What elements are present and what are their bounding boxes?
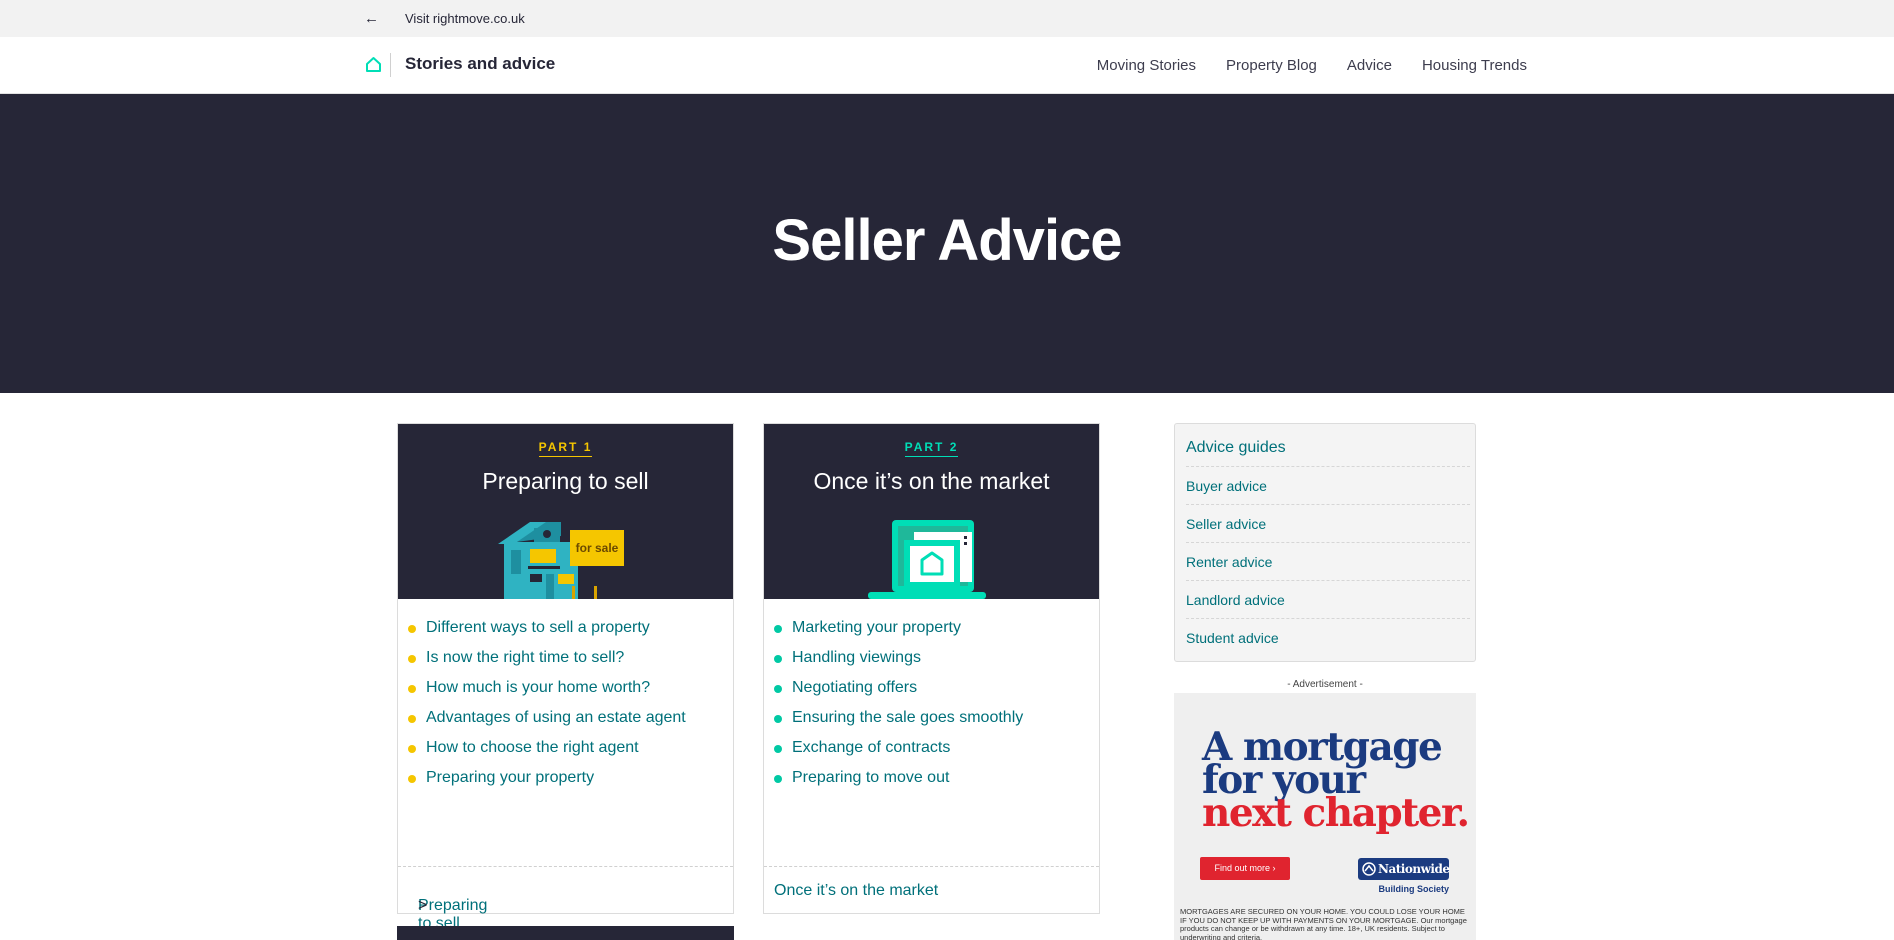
- list-item[interactable]: How much is your home worth?: [408, 678, 686, 708]
- ad-headline-line-3: next chapter.: [1202, 790, 1470, 836]
- list-item[interactable]: Is now the right time to sell?: [408, 648, 686, 678]
- bullet-icon: [774, 655, 782, 663]
- sidebar-item-landlord-advice[interactable]: Landlord advice: [1186, 580, 1470, 618]
- for-sale-sign-text: for sale: [576, 541, 619, 555]
- card-item-list: Different ways to sell a property Is now…: [408, 618, 686, 798]
- bullet-icon: [408, 625, 416, 633]
- bullet-icon: [774, 625, 782, 633]
- sidebar-item-label: Landlord advice: [1186, 592, 1285, 608]
- advice-guides-sidebar: Advice guides Buyer advice Seller advice…: [1174, 423, 1476, 662]
- back-arrow-icon[interactable]: ←: [364, 10, 379, 27]
- bullet-icon: [774, 745, 782, 753]
- list-item[interactable]: Negotiating offers: [774, 678, 1023, 708]
- house-for-sale-illustration: for sale: [498, 522, 624, 599]
- ad-fine-print: MORTGAGES ARE SECURED ON YOUR HOME. YOU …: [1180, 907, 1467, 940]
- bullet-icon: [408, 715, 416, 723]
- card-title: Preparing to sell: [482, 468, 649, 494]
- card-footer: Preparing to sell >: [398, 866, 733, 932]
- sidebar-item-label: Buyer advice: [1186, 478, 1267, 494]
- sidebar-item-student-advice[interactable]: Student advice: [1186, 618, 1470, 656]
- bullet-icon: [408, 655, 416, 663]
- bullet-icon: [408, 775, 416, 783]
- part-label: PART 1: [398, 440, 733, 457]
- sidebar-item-label: Renter advice: [1186, 554, 1273, 570]
- bullet-icon: [408, 745, 416, 753]
- guide-card-preparing-to-sell: PART 1 Preparing to sell for sale Differ…: [397, 423, 734, 932]
- chevron-right-icon: >: [418, 897, 428, 914]
- laptop-listing-illustration: [868, 520, 986, 599]
- nav-link-property-blog[interactable]: Property Blog: [1226, 57, 1317, 74]
- card-item-list: Marketing your property Handling viewing…: [774, 618, 1023, 798]
- bullet-icon: [774, 715, 782, 723]
- site-header: Stories and advice Moving Stories Proper…: [0, 37, 1894, 94]
- main-nav: Moving Stories Property Blog Advice Hous…: [1097, 57, 1527, 74]
- list-item[interactable]: Preparing to move out: [774, 768, 1023, 798]
- top-utility-bar: ← Visit rightmove.co.uk: [0, 0, 1894, 37]
- find-out-more-button[interactable]: Find out more ›: [1200, 857, 1290, 880]
- sidebar-item-label: Seller advice: [1186, 516, 1267, 532]
- sidebar-item-buyer-advice[interactable]: Buyer advice: [1186, 466, 1470, 504]
- advertisement-label: - Advertisement -: [1287, 679, 1363, 690]
- sidebar-heading: Advice guides: [1186, 439, 1286, 456]
- header-divider: [390, 53, 391, 77]
- bullet-icon: [408, 685, 416, 693]
- building-society-label: Building Society: [1378, 884, 1449, 894]
- bullet-icon: [774, 685, 782, 693]
- list-item[interactable]: Exchange of contracts: [774, 738, 1023, 768]
- nav-link-housing-trends[interactable]: Housing Trends: [1422, 57, 1527, 74]
- mortgage-advertisement[interactable]: A mortgage for your next chapter. Find o…: [1174, 693, 1476, 940]
- sidebar-item-label: Student advice: [1186, 630, 1279, 646]
- nationwide-emblem-icon: [1362, 862, 1376, 876]
- sidebar-item-renter-advice[interactable]: Renter advice: [1186, 542, 1470, 580]
- site-title[interactable]: Stories and advice: [405, 54, 555, 74]
- sidebar-item-seller-advice[interactable]: Seller advice: [1186, 504, 1470, 542]
- home-icon[interactable]: [365, 56, 382, 73]
- list-item[interactable]: Advantages of using an estate agent: [408, 708, 686, 738]
- bullet-icon: [774, 775, 782, 783]
- guide-card-partial[interactable]: [397, 926, 734, 940]
- list-item[interactable]: Preparing your property: [408, 768, 686, 798]
- list-item[interactable]: Handling viewings: [774, 648, 1023, 678]
- card-header[interactable]: PART 2 Once it’s on the market: [764, 424, 1099, 599]
- card-title: Once it’s on the market: [813, 468, 1050, 494]
- nationwide-logo: Nationwide: [1358, 858, 1450, 880]
- card-header[interactable]: PART 1 Preparing to sell for sale: [398, 424, 733, 599]
- visit-rightmove-link[interactable]: Visit rightmove.co.uk: [405, 11, 525, 26]
- list-item[interactable]: How to choose the right agent: [408, 738, 686, 768]
- guide-card-once-on-market: PART 2 Once it’s on the market Marketing…: [763, 423, 1100, 914]
- list-item[interactable]: Marketing your property: [774, 618, 1023, 648]
- nav-link-moving-stories[interactable]: Moving Stories: [1097, 57, 1196, 74]
- hero-banner: Seller Advice: [0, 94, 1894, 393]
- list-item[interactable]: Different ways to sell a property: [408, 618, 686, 648]
- part-label: PART 2: [764, 440, 1099, 457]
- card-footer: Once it’s on the market: [764, 866, 1099, 914]
- list-item[interactable]: Ensuring the sale goes smoothly: [774, 708, 1023, 738]
- page-title: Seller Advice: [772, 208, 1122, 273]
- nav-link-advice[interactable]: Advice: [1347, 57, 1392, 74]
- card-footer-link[interactable]: Once it’s on the market: [774, 882, 938, 900]
